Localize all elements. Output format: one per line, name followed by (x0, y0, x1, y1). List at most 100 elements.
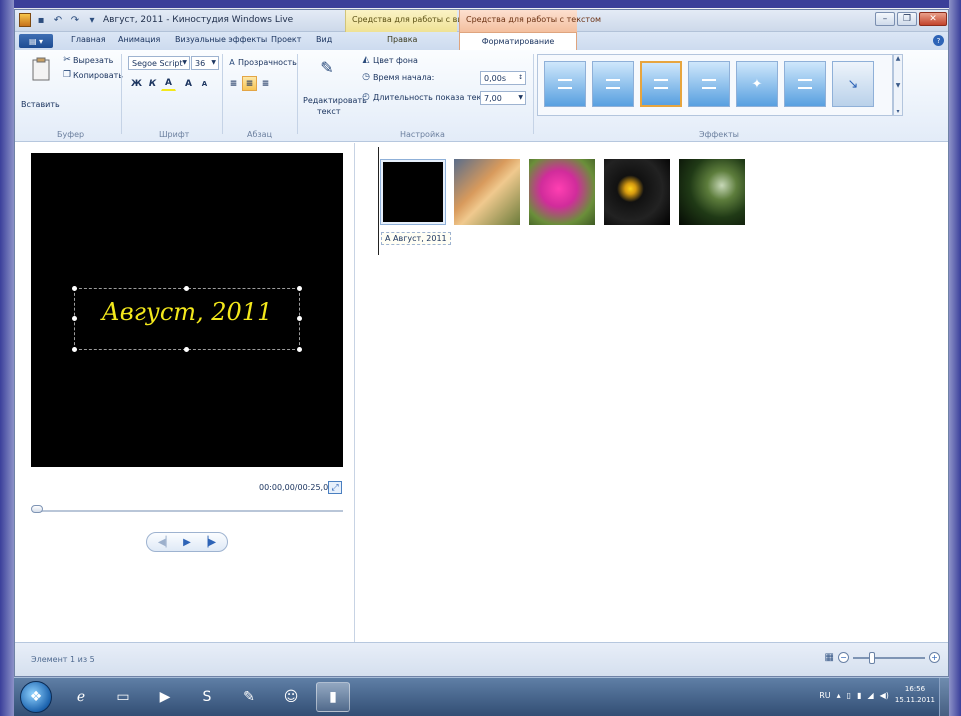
resize-handle[interactable] (72, 286, 77, 291)
caption-overlay-tag[interactable]: A Август, 2011 (381, 232, 451, 245)
effect-wipe-icon[interactable] (784, 61, 826, 107)
paint-icon[interactable]: ✎ (232, 682, 266, 712)
resize-handle[interactable] (297, 347, 302, 352)
font-family-select[interactable]: Segoe Script ▼ (128, 56, 190, 70)
cut-icon[interactable]: ✂ (62, 55, 72, 65)
network-icon[interactable]: ◢ (867, 691, 873, 700)
customize-qat-icon[interactable]: ▾ (85, 13, 99, 27)
usb-icon[interactable]: ▯ (847, 691, 851, 700)
clip-image (454, 159, 520, 225)
movie-maker-taskbar-icon[interactable]: ▮ (316, 682, 350, 712)
shrink-font-button[interactable]: A (197, 76, 212, 91)
play-icon[interactable]: ▶ (183, 537, 191, 548)
clock[interactable]: 16:56 15.11.2011 (895, 684, 935, 706)
title-bar: ▪ ↶ ↷ ▾ Август, 2011 - Киностудия Window… (15, 10, 948, 32)
edit-text-icon[interactable]: ✎ (317, 56, 337, 78)
minimize-button[interactable]: – (875, 12, 895, 26)
edit-text-button-line2[interactable]: текст (317, 107, 340, 116)
group-label-font: Шрифт (159, 130, 190, 139)
effect-sparkle-icon[interactable]: ✦ (736, 61, 778, 107)
zoom-in-icon[interactable]: + (929, 652, 940, 663)
seek-thumb[interactable] (31, 505, 43, 513)
resize-handle[interactable] (297, 286, 302, 291)
align-center-button[interactable]: ≡ (242, 76, 257, 91)
clip-thumbnail[interactable] (679, 159, 745, 225)
status-bar: Элемент 1 из 5 ▦ − + (15, 642, 948, 676)
desktop-background-right (949, 0, 961, 716)
resize-handle[interactable] (72, 347, 77, 352)
tab-view[interactable]: Вид (316, 35, 332, 44)
tab-animation[interactable]: Анимация (118, 35, 160, 44)
redo-icon[interactable]: ↷ (68, 13, 82, 27)
media-player-icon[interactable]: ▶ (148, 682, 182, 712)
maximize-button[interactable]: ❐ (897, 12, 917, 26)
font-color-button[interactable]: A (161, 76, 176, 91)
paste-icon[interactable] (30, 56, 52, 82)
quick-access-toolbar: ▪ ↶ ↷ ▾ (19, 13, 99, 27)
undo-icon[interactable]: ↶ (51, 13, 65, 27)
help-icon[interactable]: ? (933, 35, 944, 46)
video-preview[interactable]: Август, 2011 (31, 153, 343, 467)
resize-handle[interactable] (184, 286, 189, 291)
scroll-up-icon[interactable]: ▲ (896, 55, 901, 62)
copy-button[interactable]: Копировать (73, 71, 123, 80)
start-button[interactable]: ❖ (20, 681, 52, 713)
align-right-button[interactable]: ≡ (258, 76, 273, 91)
clip-thumbnail[interactable] (529, 159, 595, 225)
background-color-button[interactable]: Цвет фона (373, 56, 418, 65)
effect-zoom-out-icon[interactable] (688, 61, 730, 107)
tab-visual-effects[interactable]: Визуальные эффекты (175, 35, 267, 44)
battery-icon[interactable]: ▮ (857, 691, 861, 700)
zoom-out-icon[interactable]: − (838, 652, 849, 663)
skype-icon[interactable]: S (190, 682, 224, 712)
font-size-select[interactable]: 36 ▼ (191, 56, 219, 70)
effect-swing-icon[interactable] (592, 61, 634, 107)
zoom-slider[interactable] (853, 651, 925, 664)
app-icon[interactable] (19, 13, 31, 27)
bold-button[interactable]: Ж (129, 76, 144, 91)
paste-button[interactable]: Вставить (21, 100, 60, 109)
language-indicator[interactable]: RU (819, 691, 830, 700)
show-hidden-icons-icon[interactable]: ▴ (837, 691, 841, 700)
previous-frame-icon[interactable]: ◀▏ (158, 537, 173, 548)
clip-thumbnail[interactable] (454, 159, 520, 225)
scroll-down-icon[interactable]: ▼ (896, 82, 901, 89)
application-menu-button[interactable]: ▤ ▾ (19, 34, 53, 48)
italic-button[interactable]: К (145, 76, 160, 91)
cut-button[interactable]: Вырезать (73, 56, 113, 65)
clip-thumbnail[interactable] (380, 159, 446, 225)
file-explorer-icon[interactable]: ▭ (106, 682, 140, 712)
transparency-icon[interactable]: A (227, 57, 237, 67)
seek-bar[interactable] (33, 510, 343, 512)
close-button[interactable]: ✕ (919, 12, 947, 26)
align-left-button[interactable]: ≡ (226, 76, 241, 91)
messenger-icon[interactable]: ☺ (274, 682, 308, 712)
volume-icon[interactable]: ◀) (880, 691, 889, 700)
clip-thumbnail[interactable] (604, 159, 670, 225)
effects-gallery-scroll[interactable]: ▲ ▼ ▾ (893, 54, 903, 116)
tab-format[interactable]: Форматирование (459, 32, 577, 50)
save-icon[interactable]: ▪ (34, 13, 48, 27)
transparency-button[interactable]: Прозрачность (238, 58, 297, 67)
copy-icon[interactable]: ❐ (62, 70, 72, 80)
show-desktop-button[interactable] (939, 678, 949, 716)
start-time-label: Время начала: (373, 73, 435, 82)
resize-handle[interactable] (184, 347, 189, 352)
internet-explorer-icon[interactable]: ℯ (64, 682, 98, 712)
effect-zoom-in-icon[interactable] (640, 61, 682, 107)
zoom-slider-thumb[interactable] (869, 651, 875, 664)
grow-font-button[interactable]: A (181, 76, 196, 91)
effect-fly-in-icon[interactable] (544, 61, 586, 107)
effect-scroll-icon[interactable]: ↘ (832, 61, 874, 107)
next-frame-icon[interactable]: ▕▶ (201, 537, 216, 548)
background-color-icon[interactable]: ◭ (361, 55, 371, 65)
fullscreen-icon[interactable]: ⤢ (328, 481, 342, 494)
tab-project[interactable]: Проект (271, 35, 301, 44)
tab-home[interactable]: Главная (71, 35, 106, 44)
duration-select[interactable]: 7,00 ▼ (480, 91, 526, 105)
tab-edit[interactable]: Правка (387, 35, 417, 44)
edit-text-button-line1[interactable]: Редактировать (303, 96, 367, 105)
gallery-expand-icon[interactable]: ▾ (896, 108, 899, 115)
thumbnail-size-icon[interactable]: ▦ (825, 652, 834, 663)
start-time-input[interactable]: 0,00s ↕ (480, 71, 526, 85)
